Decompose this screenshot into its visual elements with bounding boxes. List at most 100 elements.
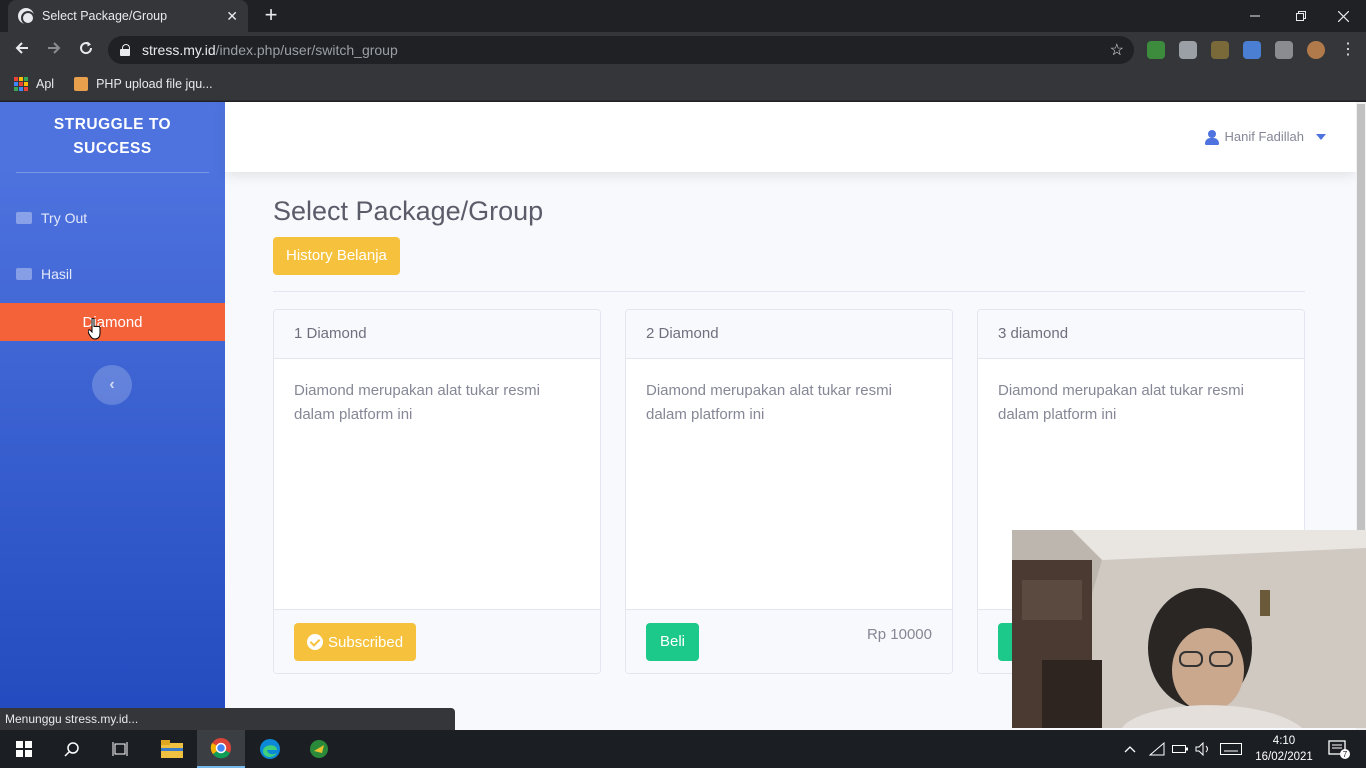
- card-description: Diamond merupakan alat tukar resmi dalam…: [294, 382, 540, 423]
- sidebar-brand[interactable]: STRUGGLE TO SUCCESS: [0, 113, 225, 161]
- sidebar-item-label: Hasil: [41, 266, 73, 282]
- restore-icon: [1296, 11, 1306, 21]
- divider: [273, 291, 1305, 292]
- url-path: /index.php/user/switch_group: [215, 42, 398, 58]
- minimize-button[interactable]: [1232, 0, 1278, 32]
- lock-icon: [120, 44, 130, 56]
- subscribed-label: Subscribed: [328, 633, 404, 651]
- profile-avatar-icon[interactable]: [1307, 41, 1325, 59]
- puzzle-extensions-icon[interactable]: [1275, 41, 1293, 59]
- sidebar-item-diamond[interactable]: Diamond: [0, 303, 225, 341]
- bookmark-apps[interactable]: Apl: [14, 77, 54, 91]
- restore-button[interactable]: [1278, 0, 1324, 32]
- webcam-overlay: [1012, 530, 1366, 728]
- card-title: 1 Diamond: [274, 310, 600, 359]
- windows-taskbar: 4:10 16/02/2021 7: [0, 730, 1366, 768]
- file-explorer-button[interactable]: [148, 730, 196, 768]
- arrow-right-icon: [48, 42, 61, 54]
- keyboard-icon[interactable]: [1220, 730, 1242, 768]
- check-circle-icon: [307, 634, 323, 650]
- globe-icon: [18, 8, 35, 25]
- search-button[interactable]: [48, 730, 96, 768]
- card-title: 3 diamond: [978, 310, 1304, 359]
- package-card: 2 Diamond Diamond merupakan alat tukar r…: [625, 309, 953, 674]
- show-hidden-icons-button[interactable]: [1124, 730, 1136, 768]
- hand-cursor-icon: [88, 318, 101, 340]
- search-icon: [64, 742, 79, 757]
- sidebar: STRUGGLE TO SUCCESS Try Out Hasil Diamond…: [0, 102, 225, 730]
- bookmark-favicon-icon: [74, 77, 89, 91]
- reload-icon: [80, 41, 93, 55]
- back-button[interactable]: [10, 38, 34, 62]
- package-card: 1 Diamond Diamond merupakan alat tukar r…: [273, 309, 601, 674]
- forward-button[interactable]: [42, 38, 66, 62]
- tab-close-button[interactable]: ✕: [226, 8, 238, 25]
- camera-extension-icon[interactable]: [1179, 41, 1197, 59]
- clock-time: 4:10: [1272, 735, 1296, 747]
- subscribed-button[interactable]: Subscribed: [294, 623, 417, 661]
- page-title: Select Package/Group: [273, 196, 544, 226]
- translate-extension-icon[interactable]: [1243, 41, 1261, 59]
- bookmark-label: Apl: [36, 77, 55, 91]
- chevron-up-icon: [1124, 746, 1136, 753]
- folder-icon: [16, 268, 32, 280]
- arrow-left-icon: [15, 42, 28, 54]
- notification-count: 7: [1343, 750, 1348, 759]
- sidebar-item-label: Try Out: [41, 210, 88, 226]
- browser-tab[interactable]: Select Package/Group ✕: [8, 0, 248, 32]
- download-manager-icon: [310, 740, 328, 758]
- bookmark-star-icon[interactable]: ☆: [1110, 40, 1124, 60]
- task-view-icon: [112, 742, 128, 756]
- user-name: Hanif Fadillah: [1224, 129, 1305, 144]
- volume-icon[interactable]: [1195, 730, 1211, 768]
- history-belanja-button[interactable]: History Belanja: [273, 237, 400, 275]
- browser-tab-strip: Select Package/Group ✕ +: [0, 0, 1366, 32]
- sidebar-item-try-out[interactable]: Try Out: [0, 199, 225, 237]
- card-description: Diamond merupakan alat tukar resmi dalam…: [646, 382, 892, 423]
- bookmarks-bar: Apl PHP upload file jqu...: [0, 68, 1366, 101]
- card-footer: Beli Rp 10000: [626, 609, 952, 673]
- beli-button[interactable]: Beli: [646, 623, 700, 661]
- edge-taskbar-button[interactable]: [246, 730, 294, 768]
- close-window-button[interactable]: [1320, 0, 1366, 32]
- edge-icon: [260, 739, 280, 759]
- battery-icon[interactable]: [1172, 730, 1188, 768]
- new-tab-button[interactable]: +: [260, 4, 282, 26]
- wifi-icon[interactable]: [1149, 730, 1165, 768]
- task-view-button[interactable]: [96, 730, 144, 768]
- windows-logo-icon: [16, 741, 32, 757]
- address-bar[interactable]: stress.my.id/index.php/user/switch_group…: [108, 36, 1134, 64]
- taskbar-clock[interactable]: 4:10 16/02/2021: [1254, 733, 1314, 765]
- chrome-icon: [210, 738, 231, 759]
- card-footer: Subscribed: [274, 609, 600, 673]
- download-manager-taskbar-button[interactable]: [295, 730, 343, 768]
- extension-icon[interactable]: [1147, 41, 1165, 59]
- browser-toolbar: stress.my.id/index.php/user/switch_group…: [0, 32, 1366, 68]
- user-dropdown[interactable]: Hanif Fadillah: [1204, 129, 1326, 145]
- apps-grid-icon: [14, 77, 28, 91]
- caret-down-icon: [1316, 133, 1326, 140]
- close-icon: [1337, 10, 1349, 22]
- card-price: Rp 10000: [866, 626, 932, 643]
- folder-icon: [161, 740, 183, 758]
- tab-title: Select Package/Group: [42, 9, 168, 23]
- bookmark-label: PHP upload file jqu...: [96, 77, 213, 91]
- action-center-button[interactable]: 7: [1328, 730, 1350, 768]
- user-icon: [1204, 129, 1219, 145]
- url-host: stress.my.id: [142, 42, 216, 58]
- desktop-icon: [16, 212, 32, 224]
- sidebar-toggle-button[interactable]: ‹: [92, 365, 132, 405]
- notification-icon: 7: [1328, 740, 1350, 759]
- start-button[interactable]: [0, 730, 48, 768]
- sidebar-item-hasil[interactable]: Hasil: [0, 255, 225, 293]
- extension-icon[interactable]: [1211, 41, 1229, 59]
- reload-button[interactable]: [74, 38, 98, 62]
- scrollbar-thumb[interactable]: [1357, 104, 1365, 574]
- chrome-menu-button[interactable]: ⋮: [1336, 38, 1360, 62]
- sidebar-divider: [16, 172, 209, 173]
- card-title: 2 Diamond: [626, 310, 952, 359]
- chrome-taskbar-button[interactable]: [197, 730, 245, 768]
- minimize-icon: [1250, 15, 1260, 17]
- topbar: Hanif Fadillah: [225, 102, 1356, 172]
- bookmark-php-upload[interactable]: PHP upload file jqu...: [74, 77, 213, 91]
